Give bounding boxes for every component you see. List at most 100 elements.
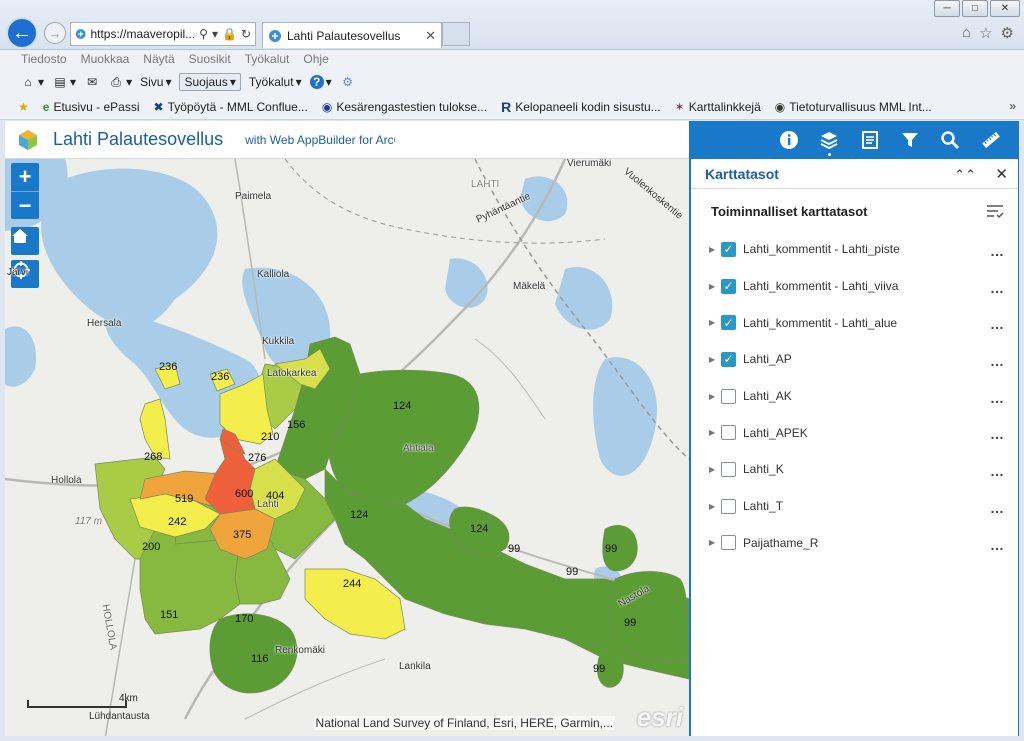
more-options-icon[interactable]: … xyxy=(990,426,1005,442)
favorite-item[interactable]: ✶ Karttalinkkejä xyxy=(675,100,761,114)
favorite-label: Kelopaneeli kodin sisustu... xyxy=(515,100,661,114)
layer-checkbox[interactable] xyxy=(721,388,736,404)
favorite-item[interactable]: R Kelopaneeli kodin sisustu... xyxy=(501,99,661,115)
safety-menu[interactable]: Suojaus ▾ xyxy=(179,72,241,91)
map-attribution[interactable]: National Land Survey of Finland, Esri, H… xyxy=(313,716,615,730)
favorite-item[interactable]: ◉ Kesärengastestien tulokse... xyxy=(322,100,487,114)
expand-icon[interactable]: ▶ xyxy=(709,318,717,327)
r-icon: R xyxy=(501,99,512,115)
expand-icon[interactable]: ▶ xyxy=(709,428,717,437)
legend-button[interactable] xyxy=(853,123,887,157)
measure-button[interactable] xyxy=(974,123,1008,157)
layer-checkbox[interactable] xyxy=(721,425,736,441)
layer-checkbox[interactable] xyxy=(721,498,736,514)
circle-icon: ◉ xyxy=(321,100,333,114)
search-icon[interactable]: ⚲ xyxy=(199,27,208,41)
layer-checkbox[interactable] xyxy=(721,461,736,477)
favorites-star[interactable]: ★ xyxy=(18,100,29,114)
more-options-icon[interactable]: … xyxy=(990,353,1005,369)
layer-checkbox[interactable]: ✓ xyxy=(721,315,736,331)
close-icon[interactable]: ✕ xyxy=(995,165,1008,183)
place-label: Latokarkea xyxy=(267,368,317,379)
back-button[interactable]: ← xyxy=(6,17,38,49)
layer-checkbox[interactable] xyxy=(721,535,736,551)
layer-row[interactable]: ▶ ✓ Lahti_kommentit - Lahti_alue … xyxy=(691,304,1019,341)
gear-icon: ⚙ xyxy=(342,74,354,89)
more-options-icon[interactable]: … xyxy=(990,316,1005,332)
star-icon[interactable]: ☆ xyxy=(979,24,992,42)
lock-icon[interactable]: 🔒 xyxy=(222,27,237,41)
gear-icon[interactable]: ⚙ xyxy=(1001,24,1014,42)
home-icon[interactable]: ⌂ xyxy=(962,24,971,42)
layer-options-icon[interactable] xyxy=(986,203,1004,219)
expand-icon[interactable]: ▶ xyxy=(709,392,717,401)
expand-icon[interactable]: ▶ xyxy=(709,282,717,291)
info-button[interactable] xyxy=(772,123,806,157)
more-options-icon[interactable]: … xyxy=(990,500,1005,516)
home-button[interactable] xyxy=(11,227,39,255)
favorite-item[interactable]: e Etusivu - ePassi xyxy=(43,100,140,114)
layer-row[interactable]: ▶ ✓ Lahti_kommentit - Lahti_viiva … xyxy=(691,268,1019,305)
expand-icon[interactable]: ▶ xyxy=(709,538,717,547)
layer-row[interactable]: ▶ Lahti_T … xyxy=(691,488,1019,525)
expand-icon[interactable]: ▶ xyxy=(709,502,717,511)
search-button[interactable] xyxy=(933,123,967,157)
menu-item-help[interactable]: Ohje xyxy=(303,52,328,66)
more-options-icon[interactable]: … xyxy=(990,463,1005,479)
favorite-label: Työpöytä - MML Conflue... xyxy=(167,100,308,114)
menu-item-favorites[interactable]: Suosikit xyxy=(189,52,231,66)
help-command[interactable]: ? ▾ xyxy=(309,74,332,89)
more-options-icon[interactable]: … xyxy=(990,280,1005,296)
layers-button[interactable] xyxy=(812,123,846,157)
maximize-button[interactable]: □ xyxy=(962,0,988,17)
favorite-item[interactable]: ✖ Työpöytä - MML Conflue... xyxy=(154,100,308,114)
new-tab-button[interactable] xyxy=(442,22,470,46)
close-window-button[interactable]: ✕ xyxy=(990,0,1020,17)
collapse-icon[interactable]: ⌃⌃ xyxy=(954,167,976,183)
settings-command[interactable]: ⚙ xyxy=(340,75,356,89)
tab-lahti[interactable]: Lahti Palautesovellus ✕ xyxy=(262,22,442,48)
refresh-icon[interactable]: ↻ xyxy=(241,27,251,41)
layer-name: Paijathame_R xyxy=(743,535,819,550)
home-command[interactable]: ⌂ ▾ xyxy=(20,75,44,89)
more-options-icon[interactable]: … xyxy=(990,537,1005,553)
layer-row[interactable]: ▶ Lahti_K … xyxy=(691,451,1019,488)
place-label: Renkomäki xyxy=(275,645,326,656)
menu-item-file[interactable]: Tiedosto xyxy=(21,52,67,66)
forward-button[interactable]: → xyxy=(44,22,66,44)
layer-row[interactable]: ▶ ✓ Lahti_AP … xyxy=(691,341,1019,378)
layer-row[interactable]: ▶ Paijathame_R … xyxy=(691,525,1019,562)
minimize-button[interactable]: ─ xyxy=(934,0,960,17)
close-icon[interactable]: ✕ xyxy=(425,28,436,44)
ie-site-icon xyxy=(269,29,281,42)
menu-item-tools[interactable]: Työkalut xyxy=(245,52,290,66)
address-bar[interactable]: https://maaveropil... ⚲ ▾ 🔒 ↻ xyxy=(70,22,256,46)
page-menu[interactable]: Sivu ▾ xyxy=(140,75,171,89)
menu-item-edit[interactable]: Muokkaa xyxy=(81,52,130,66)
filter-button[interactable] xyxy=(893,123,927,157)
chevron-right-icon[interactable]: » xyxy=(1009,99,1016,113)
tools-menu[interactable]: Työkalut ▾ xyxy=(249,75,302,89)
zoom-in-button[interactable]: + xyxy=(11,163,39,191)
expand-icon[interactable]: ▶ xyxy=(709,465,717,474)
mail-command[interactable]: ✉ xyxy=(84,75,100,89)
layer-checkbox[interactable]: ✓ xyxy=(721,241,736,257)
expand-icon[interactable]: ▶ xyxy=(709,245,717,254)
favorite-item[interactable]: ◉ Tietoturvallisuus MML Int... xyxy=(775,100,932,114)
print-command[interactable]: ⎙ ▾ xyxy=(108,75,132,89)
more-options-icon[interactable]: … xyxy=(990,243,1005,259)
feeds-command[interactable]: ▤ ▾ xyxy=(52,75,76,89)
area-value-label: 99 xyxy=(624,617,637,629)
chevron-down-icon[interactable]: ▾ xyxy=(212,27,218,41)
zoom-out-button[interactable]: − xyxy=(11,191,39,219)
expand-icon[interactable]: ▶ xyxy=(709,355,717,364)
layer-row[interactable]: ▶ ✓ Lahti_kommentit - Lahti_piste … xyxy=(691,231,1019,268)
area-value-label: 200 xyxy=(142,541,161,553)
layer-checkbox[interactable]: ✓ xyxy=(721,278,736,294)
menu-item-view[interactable]: Näytä xyxy=(143,52,174,66)
layer-row[interactable]: ▶ Lahti_APEK … xyxy=(691,414,1019,451)
layer-row[interactable]: ▶ Lahti_AK … xyxy=(691,378,1019,415)
map-view[interactable]: + − Vierumäki Vuolenkoskentie Paimela LA… xyxy=(5,159,689,736)
more-options-icon[interactable]: … xyxy=(990,390,1005,406)
layer-checkbox[interactable]: ✓ xyxy=(721,351,736,367)
